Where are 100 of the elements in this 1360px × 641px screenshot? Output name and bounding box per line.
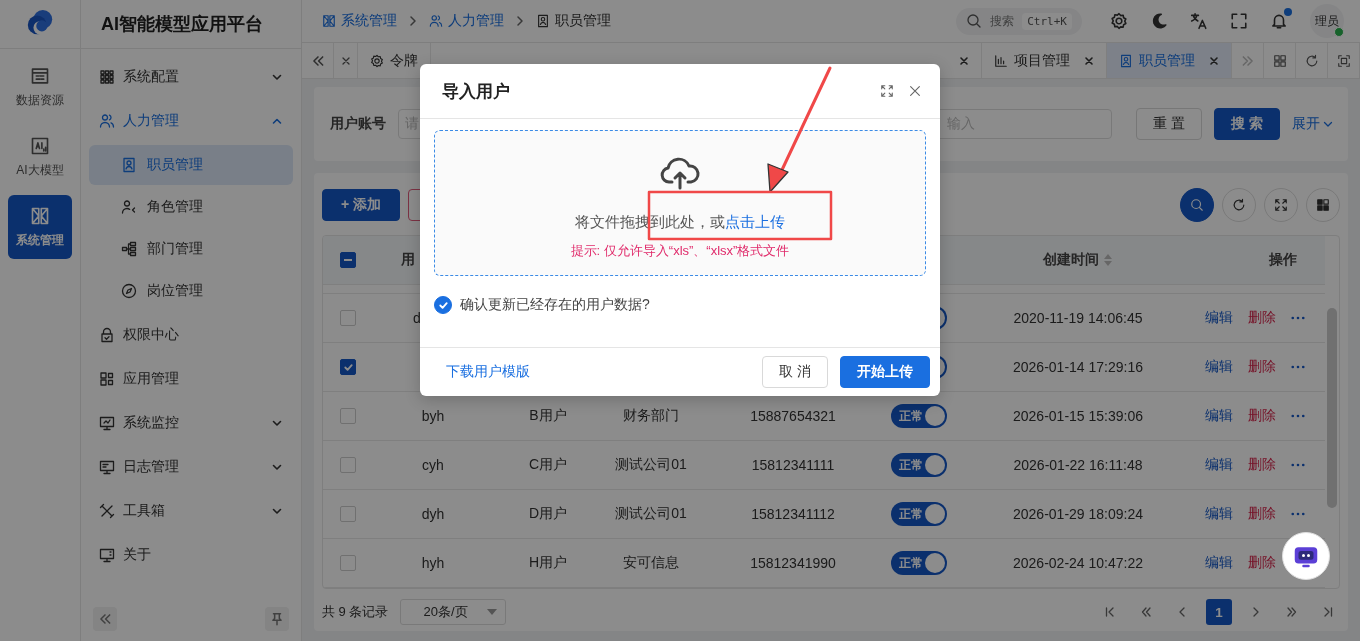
more-icon[interactable] — [1291, 463, 1305, 467]
monitor-icon — [99, 547, 115, 563]
select-all-checkbox[interactable] — [340, 252, 356, 268]
table-cell: 安可信息 — [623, 554, 679, 572]
double-chevron-left-icon — [310, 53, 325, 68]
search-button[interactable]: 搜 索 — [1213, 108, 1280, 140]
menu-item[interactable]: 系统配置 — [89, 55, 293, 99]
upload-link[interactable]: 点击上传 — [725, 213, 785, 230]
grid-icon — [1316, 198, 1330, 212]
delete-link[interactable]: 删除 — [1248, 309, 1276, 327]
menu-item[interactable]: 系统监控 — [89, 401, 293, 445]
delete-link[interactable]: 删除 — [1248, 407, 1276, 425]
scrollbar-thumb[interactable] — [1327, 308, 1337, 508]
reset-button[interactable]: 重 置 — [1136, 108, 1202, 140]
breadcrumb-item[interactable]: 系统管理 — [322, 12, 397, 30]
menu-item[interactable]: 权限中心 — [89, 313, 293, 357]
status-toggle[interactable]: 正常 — [891, 453, 947, 477]
notification-icon[interactable] — [1270, 12, 1288, 30]
refresh-button[interactable] — [1222, 188, 1256, 222]
edit-link[interactable]: 编辑 — [1205, 554, 1233, 572]
more-icon[interactable] — [1291, 414, 1305, 418]
table-cell: 测试公司01 — [615, 456, 687, 474]
users-icon — [99, 113, 115, 129]
search-button[interactable] — [1180, 188, 1214, 222]
status-toggle[interactable]: 正常 — [891, 551, 947, 575]
submenu-item[interactable]: 岗位管理 — [89, 271, 293, 311]
maximize-icon[interactable] — [880, 84, 894, 98]
close-icon[interactable] — [1084, 55, 1094, 66]
delete-link[interactable]: 删除 — [1248, 505, 1276, 523]
tab[interactable]: 职员管理 — [1107, 43, 1232, 78]
jump-back-icon[interactable] — [1140, 606, 1152, 618]
breadcrumb-item: 职员管理 — [536, 12, 611, 30]
search-field[interactable]: 搜索 Ctrl+K — [956, 7, 1082, 35]
collapse-button[interactable] — [93, 607, 117, 631]
monitor-icon — [99, 415, 115, 431]
table-cell: 财务部门 — [623, 407, 679, 425]
more-icon[interactable] — [1291, 512, 1305, 516]
settings-icon[interactable] — [1110, 12, 1128, 30]
moon-icon[interactable] — [1150, 12, 1168, 30]
status-toggle[interactable]: 正常 — [891, 404, 947, 428]
add-button[interactable]: + 添加 — [322, 189, 400, 221]
search-icon — [966, 13, 983, 29]
rail-item[interactable]: AI大模型 — [8, 125, 72, 189]
chevron-right-icon — [514, 15, 526, 27]
download-template-link[interactable]: 下载用户模版 — [446, 363, 530, 381]
row-checkbox[interactable] — [340, 359, 356, 375]
jump-forward-icon[interactable] — [1286, 606, 1298, 618]
ai-chip-icon — [30, 135, 50, 156]
upload-button[interactable]: 开始上传 — [840, 356, 930, 388]
table-cell: 15812341990 — [750, 555, 836, 571]
fullscreen-button[interactable] — [1264, 188, 1298, 222]
edit-link[interactable]: 编辑 — [1205, 505, 1233, 523]
first-page-icon[interactable] — [1104, 606, 1116, 618]
user-icon — [121, 199, 137, 215]
more-icon[interactable] — [1291, 316, 1305, 320]
search-icon — [1190, 198, 1204, 212]
rail-item[interactable]: 系统管理 — [8, 195, 72, 259]
close-icon[interactable] — [959, 55, 969, 66]
edit-link[interactable]: 编辑 — [1205, 358, 1233, 376]
close-icon — [340, 55, 351, 66]
delete-link[interactable]: 删除 — [1248, 456, 1276, 474]
menu-item[interactable]: 关于 — [89, 533, 293, 577]
edit-link[interactable]: 编辑 — [1205, 407, 1233, 425]
last-page-icon[interactable] — [1322, 606, 1334, 618]
page-button[interactable]: 1 — [1206, 599, 1232, 625]
cancel-button[interactable]: 取 消 — [762, 356, 828, 388]
submenu-item[interactable]: 角色管理 — [89, 187, 293, 227]
menu-item[interactable]: 工具箱 — [89, 489, 293, 533]
table-cell: 测试公司01 — [615, 505, 687, 523]
submenu-item[interactable]: 部门管理 — [89, 229, 293, 269]
edit-link[interactable]: 编辑 — [1205, 456, 1233, 474]
menu-item[interactable]: 日志管理 — [89, 445, 293, 489]
double-chevron-left-icon — [98, 612, 112, 626]
upload-hint: 提示: 仅允许导入“xls”、“xlsx”格式文件 — [570, 242, 790, 260]
user-avatar[interactable]: 理员 — [1310, 4, 1344, 38]
pin-button[interactable] — [265, 607, 289, 631]
expand-button[interactable]: 展开 — [1291, 115, 1334, 133]
submenu-item[interactable]: 职员管理 — [89, 145, 293, 185]
more-icon[interactable] — [1291, 365, 1305, 369]
chevron-right-icon — [407, 15, 419, 27]
edit-link[interactable]: 编辑 — [1205, 309, 1233, 327]
delete-link[interactable]: 删除 — [1248, 554, 1276, 572]
menu-item[interactable]: 应用管理 — [89, 357, 293, 401]
rail-item[interactable]: 数据资源 — [8, 55, 72, 119]
close-icon[interactable] — [1209, 55, 1219, 66]
status-toggle[interactable]: 正常 — [891, 502, 947, 526]
badge-icon — [536, 14, 550, 28]
record-count: 共 9 条记录 — [322, 603, 389, 621]
app-title: AI智能模型应用平台 — [101, 13, 263, 36]
breadcrumb-item[interactable]: 人力管理 — [429, 12, 504, 30]
delete-link[interactable]: 删除 — [1248, 358, 1276, 376]
table-cell: 2020-11-19 14:06:45 — [1013, 310, 1143, 326]
menu-item[interactable]: 人力管理 — [89, 99, 293, 143]
columns-button[interactable] — [1306, 188, 1340, 222]
page-size-select[interactable]: 20条/页 — [400, 599, 507, 625]
table-cell: D用户 — [528, 505, 568, 523]
close-icon[interactable] — [908, 84, 922, 98]
translate-icon[interactable] — [1190, 12, 1208, 30]
fullscreen-icon[interactable] — [1230, 12, 1248, 30]
update-checkbox[interactable] — [434, 296, 452, 314]
